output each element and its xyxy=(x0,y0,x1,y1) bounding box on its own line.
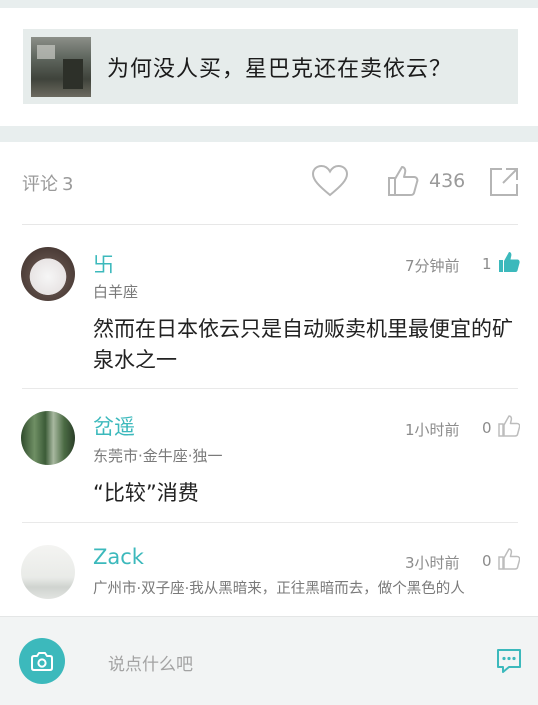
like-button[interactable] xyxy=(386,164,420,198)
comment-author[interactable]: 卐 xyxy=(93,249,114,279)
comment-like-count: 0 xyxy=(482,552,492,570)
comment-input[interactable]: 说点什么吧 xyxy=(108,650,193,675)
related-article-card[interactable]: 为何没人买，星巴克还在卖依云？ xyxy=(23,29,518,104)
camera-button[interactable] xyxy=(19,638,65,684)
chat-button[interactable] xyxy=(495,647,523,675)
comment-author-meta: 广州市·双子座·我从黑暗来，正往黑暗而去，做个黑色的人 xyxy=(93,581,465,597)
thumbs-up-icon xyxy=(388,166,419,196)
comment-text: 然而在日本依云只是自动贩卖机里最便宜的矿泉水之一 xyxy=(93,317,513,372)
comment-like-button[interactable] xyxy=(498,548,521,570)
comment-like-count: 1 xyxy=(482,255,492,273)
favorite-button[interactable] xyxy=(311,164,349,198)
avatar[interactable] xyxy=(21,247,75,301)
related-article-thumbnail xyxy=(31,36,91,97)
thumbs-up-icon xyxy=(498,415,521,437)
share-button[interactable] xyxy=(488,166,520,198)
comment-time: 7分钟前 xyxy=(405,257,460,275)
thumbs-up-icon xyxy=(498,548,521,570)
stats-bar: 评论 3 436 xyxy=(0,142,538,224)
comment-count: 评论 3 xyxy=(22,170,73,196)
comment-author[interactable]: 岔遥 xyxy=(93,411,135,441)
comment-like-count: 0 xyxy=(482,419,492,437)
avatar[interactable] xyxy=(21,545,75,599)
thumbs-up-icon xyxy=(499,252,520,272)
comment-composer-bar: 说点什么吧 xyxy=(0,616,538,705)
like-count: 436 xyxy=(429,170,466,192)
heart-icon xyxy=(311,164,349,197)
avatar[interactable] xyxy=(21,411,75,465)
comment-count-label: 评论 xyxy=(22,174,58,195)
comment-text: “比较”消费 xyxy=(93,481,199,505)
section-separator xyxy=(0,126,538,142)
divider xyxy=(22,522,518,523)
comment-count-number: 3 xyxy=(62,174,74,195)
chat-icon xyxy=(497,649,521,673)
comment-like-button[interactable] xyxy=(498,251,520,273)
comment-author[interactable]: Zack xyxy=(93,545,144,569)
comment-time: 1小时前 xyxy=(405,421,460,439)
comment-time: 3小时前 xyxy=(405,554,460,572)
top-band xyxy=(0,0,538,8)
divider xyxy=(22,388,518,389)
divider xyxy=(22,224,518,225)
camera-icon xyxy=(31,652,53,671)
comment-author-meta: 东莞市·金牛座·独一 xyxy=(93,447,223,465)
related-article-title: 为何没人买，星巴克还在卖依云？ xyxy=(107,56,453,82)
comment-like-button[interactable] xyxy=(498,415,521,437)
share-icon xyxy=(490,168,518,196)
comment-author-meta: 白羊座 xyxy=(93,283,139,301)
